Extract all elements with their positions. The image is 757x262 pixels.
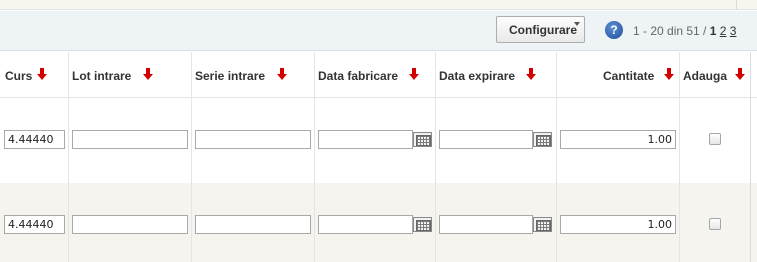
curs-input[interactable]: [4, 215, 65, 234]
data-expirare-input[interactable]: [439, 215, 533, 234]
sort-down-arrow-icon[interactable]: [526, 68, 536, 80]
table-row: [0, 98, 757, 183]
configure-button[interactable]: Configurare: [496, 16, 585, 43]
pager-current-page: 1: [709, 24, 717, 38]
lot-intrare-input[interactable]: [72, 215, 188, 234]
grid-header: Curs Lot intrare Serie intrare Data fabr…: [0, 52, 757, 98]
col-header-lot-intrare[interactable]: Lot intrare: [72, 69, 131, 83]
column-divider: [556, 52, 557, 262]
pagination: 1 - 20 din 51 / 1 2 3: [633, 24, 736, 38]
sort-down-arrow-icon[interactable]: [277, 68, 287, 80]
calendar-icon[interactable]: [413, 132, 432, 147]
col-header-cantitate[interactable]: Cantitate: [603, 69, 654, 83]
col-header-data-fabricare[interactable]: Data fabricare: [318, 69, 398, 83]
calendar-icon[interactable]: [533, 132, 552, 147]
col-header-data-expirare[interactable]: Data expirare: [439, 69, 515, 83]
serie-intrare-input[interactable]: [195, 215, 311, 234]
top-panel: [0, 0, 757, 10]
help-icon[interactable]: ?: [605, 21, 623, 39]
calendar-icon[interactable]: [413, 217, 432, 232]
column-divider: [435, 52, 436, 262]
configure-button-label: Configurare: [509, 22, 578, 37]
column-divider: [191, 52, 192, 262]
pager-page-3[interactable]: 3: [730, 24, 737, 38]
col-header-adauga[interactable]: Adauga: [683, 69, 727, 83]
data-fabricare-input[interactable]: [318, 215, 413, 234]
calendar-icon[interactable]: [533, 217, 552, 232]
table-row: [0, 183, 757, 262]
pager-range: 1 - 20 din 51 /: [633, 24, 707, 38]
column-divider: [679, 52, 680, 262]
column-divider: [314, 52, 315, 262]
column-divider: [68, 52, 69, 262]
dropdown-caret-icon: [574, 22, 580, 26]
serie-intrare-input[interactable]: [195, 130, 311, 149]
data-fabricare-input[interactable]: [318, 130, 413, 149]
grid-right-edge: [750, 52, 751, 262]
cantitate-input[interactable]: [560, 215, 676, 234]
adauga-checkbox[interactable]: [709, 218, 721, 230]
sort-down-arrow-icon[interactable]: [409, 68, 419, 80]
adauga-checkbox[interactable]: [709, 133, 721, 145]
col-header-serie-intrare[interactable]: Serie intrare: [195, 69, 265, 83]
lot-intrare-input[interactable]: [72, 130, 188, 149]
data-expirare-input[interactable]: [439, 130, 533, 149]
col-header-curs[interactable]: Curs: [5, 69, 32, 83]
panel-edge: [736, 0, 737, 10]
sort-down-arrow-icon[interactable]: [735, 68, 745, 80]
sort-down-arrow-icon[interactable]: [664, 68, 674, 80]
cantitate-input[interactable]: [560, 130, 676, 149]
pager-page-2[interactable]: 2: [720, 24, 727, 38]
curs-input[interactable]: [4, 130, 65, 149]
grid-toolbar: Configurare ? 1 - 20 din 51 / 1 2 3: [0, 11, 757, 51]
sort-down-arrow-icon[interactable]: [143, 68, 153, 80]
sort-down-arrow-icon[interactable]: [37, 68, 47, 80]
